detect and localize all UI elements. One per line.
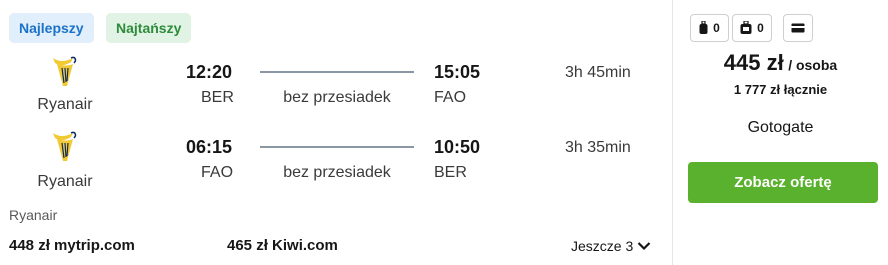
price-per-person: 445 zł bbox=[723, 50, 784, 75]
personal-bag-icon bbox=[699, 21, 708, 34]
best-badge: Najlepszy bbox=[9, 13, 94, 43]
arrival-time: 15:05 bbox=[434, 62, 481, 82]
provider-name: Gotogate bbox=[747, 119, 814, 136]
arrival-time: 10:50 bbox=[434, 137, 481, 157]
cheapest-badge: Najtańszy bbox=[106, 13, 192, 43]
personal-item-badge: 0 bbox=[690, 14, 729, 42]
arrival-airport: FAO bbox=[434, 89, 467, 106]
payment-badge bbox=[783, 14, 813, 42]
operator-label: Ryanair bbox=[9, 207, 58, 223]
cabin-bag-icon bbox=[740, 21, 752, 34]
more-offers-label: Jeszcze 3 bbox=[571, 238, 634, 254]
stops-label: bez przesiadek bbox=[283, 89, 391, 106]
ryanair-logo-icon bbox=[53, 56, 77, 86]
ryanair-logo-icon bbox=[53, 131, 77, 161]
stops-label: bez przesiadek bbox=[283, 164, 391, 181]
airline-name: Ryanair bbox=[37, 173, 93, 190]
flight-duration: 3h 35min bbox=[565, 139, 631, 156]
cabin-bag-badge: 0 bbox=[732, 14, 772, 42]
alt-offer-mytrip[interactable]: 448 zł mytrip.com bbox=[9, 237, 135, 254]
departure-airport: FAO bbox=[201, 164, 234, 181]
price-panel: 0 0 445 zł / osoba 1 777 zł łącznie Goto… bbox=[673, 0, 888, 265]
departure-time: 12:20 bbox=[186, 62, 233, 82]
departure-airport: BER bbox=[201, 89, 234, 106]
alt-offer-kiwi[interactable]: 465 zł Kiwi.com bbox=[227, 237, 338, 254]
chevron-down-icon bbox=[637, 242, 651, 251]
view-offer-button[interactable]: Zobacz ofertę bbox=[688, 162, 878, 203]
flight-line bbox=[260, 146, 414, 148]
price-per-label: / osoba bbox=[788, 57, 838, 73]
more-offers-button[interactable]: Jeszcze 3 bbox=[571, 238, 651, 254]
price-row: 445 zł / osoba bbox=[673, 50, 888, 76]
personal-item-count: 0 bbox=[713, 21, 720, 35]
flight-duration: 3h 45min bbox=[565, 64, 631, 81]
arrival-airport: BER bbox=[434, 164, 467, 181]
cabin-bag-count: 0 bbox=[757, 21, 764, 35]
itinerary-panel[interactable]: Najlepszy Najtańszy Ryanair 12:20 BER be… bbox=[0, 0, 672, 265]
departure-time: 06:15 bbox=[186, 137, 233, 157]
price-total: 1 777 zł łącznie bbox=[733, 82, 828, 97]
airline-name: Ryanair bbox=[37, 96, 93, 113]
flight-line bbox=[260, 71, 414, 73]
credit-card-icon bbox=[791, 23, 805, 33]
